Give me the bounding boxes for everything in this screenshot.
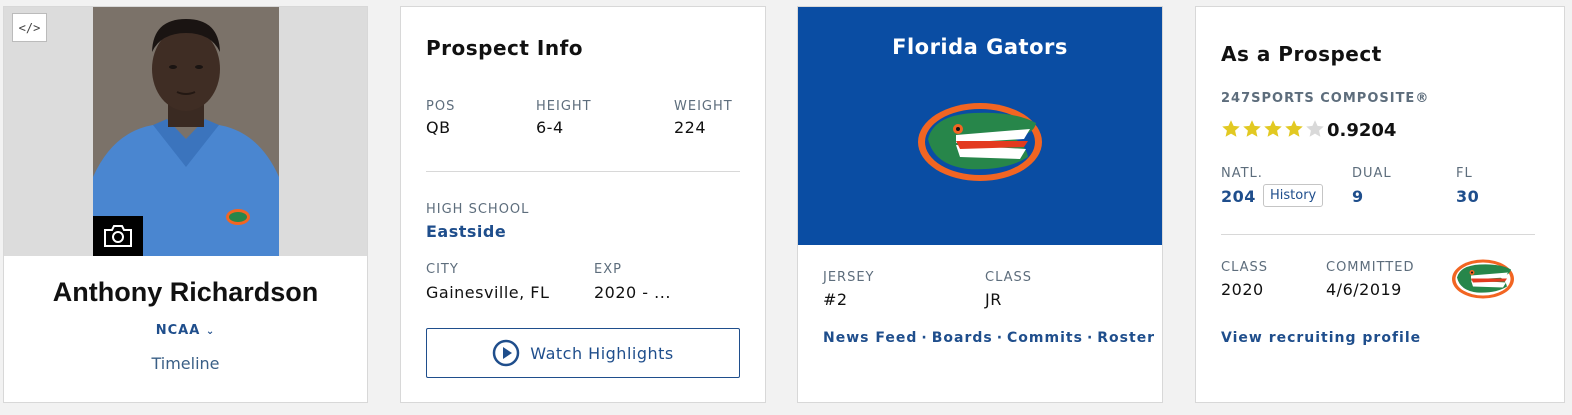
link-separator: · (996, 330, 1004, 346)
boards-link[interactable]: Boards (932, 330, 993, 346)
gator-logo-icon[interactable] (1451, 258, 1515, 300)
exp-value: 2020 - ... (594, 283, 671, 302)
jersey-label: JERSEY (823, 270, 875, 285)
divider (1221, 234, 1535, 235)
dual-label: DUAL (1352, 166, 1392, 181)
history-button[interactable]: History (1263, 184, 1324, 207)
class-value: 2020 (1221, 280, 1264, 299)
divider (426, 171, 740, 172)
class-value: JR (985, 290, 1002, 309)
as-prospect-title: As a Prospect (1221, 42, 1382, 66)
chevron-down-icon: ⌄ (205, 326, 216, 337)
gator-logo-icon (918, 103, 1042, 181)
natl-label: NATL. (1221, 166, 1263, 181)
pos-label: POS (426, 99, 456, 114)
commits-link[interactable]: Commits (1007, 330, 1083, 346)
view-recruiting-profile-link[interactable]: View recruiting profile (1221, 330, 1421, 346)
embed-code-button[interactable]: </> (12, 13, 47, 42)
weight-value: 224 (674, 118, 707, 137)
league-label: NCAA (155, 323, 201, 338)
city-value: Gainesville, FL (426, 283, 550, 302)
watch-highlights-button[interactable]: Watch Highlights (426, 328, 740, 378)
roster-link[interactable]: Roster (1097, 330, 1155, 346)
team-links: News Feed · Boards · Commits · Roster (823, 330, 1155, 346)
team-header[interactable]: Florida Gators (798, 7, 1162, 245)
fl-label: FL (1456, 166, 1473, 181)
watch-highlights-label: Watch Highlights (530, 343, 674, 363)
dual-rank-link[interactable]: 9 (1352, 187, 1364, 206)
photo-gallery-button[interactable] (93, 216, 143, 256)
city-label: CITY (426, 262, 459, 277)
star-rating (1221, 119, 1325, 139)
high-school-label: HIGH SCHOOL (426, 202, 530, 217)
star-filled-icon (1264, 120, 1282, 137)
player-photo-area: </> (4, 7, 367, 256)
composite-rating: 0.9204 (1327, 120, 1397, 141)
jersey-value: #2 (823, 290, 848, 309)
team-name: Florida Gators (892, 35, 1068, 59)
embed-code-icon: </> (18, 20, 41, 35)
class-label: CLASS (985, 270, 1033, 285)
class-label: CLASS (1221, 260, 1269, 275)
prospect-info-title: Prospect Info (426, 36, 584, 60)
star-filled-icon (1222, 120, 1240, 137)
high-school-link[interactable]: Eastside (426, 222, 506, 241)
committed-value: 4/6/2019 (1326, 280, 1402, 299)
news-feed-link[interactable]: News Feed (823, 330, 917, 346)
star-empty-icon (1306, 120, 1324, 137)
fl-rank-link[interactable]: 30 (1456, 187, 1479, 206)
height-value: 6-4 (536, 118, 564, 137)
natl-rank-link[interactable]: 204 (1221, 187, 1256, 206)
star-filled-icon (1285, 120, 1303, 137)
pos-value: QB (426, 118, 451, 137)
timeline-link[interactable]: Timeline (4, 354, 367, 373)
star-filled-icon (1243, 120, 1261, 137)
camera-icon (104, 225, 132, 247)
play-icon (493, 339, 520, 367)
weight-label: WEIGHT (674, 99, 733, 114)
committed-label: COMMITTED (1326, 260, 1415, 275)
league-dropdown[interactable]: NCAA ⌄ (4, 323, 367, 338)
link-separator: · (1086, 330, 1094, 346)
player-card: </> Anthony Richardson NCAA ⌄ Timeline (3, 6, 368, 403)
height-label: HEIGHT (536, 99, 592, 114)
exp-label: EXP (594, 262, 622, 277)
prospect-info-card: Prospect Info POS QB HEIGHT 6-4 WEIGHT 2… (400, 6, 766, 403)
player-name: Anthony Richardson (52, 277, 319, 307)
team-card: Florida Gators JERSEY #2 CLASS JR News F… (797, 6, 1163, 403)
composite-label: 247SPORTS COMPOSITE® (1221, 91, 1430, 106)
as-prospect-card: As a Prospect 247SPORTS COMPOSITE® 0.920… (1195, 6, 1565, 403)
link-separator: · (921, 330, 928, 346)
